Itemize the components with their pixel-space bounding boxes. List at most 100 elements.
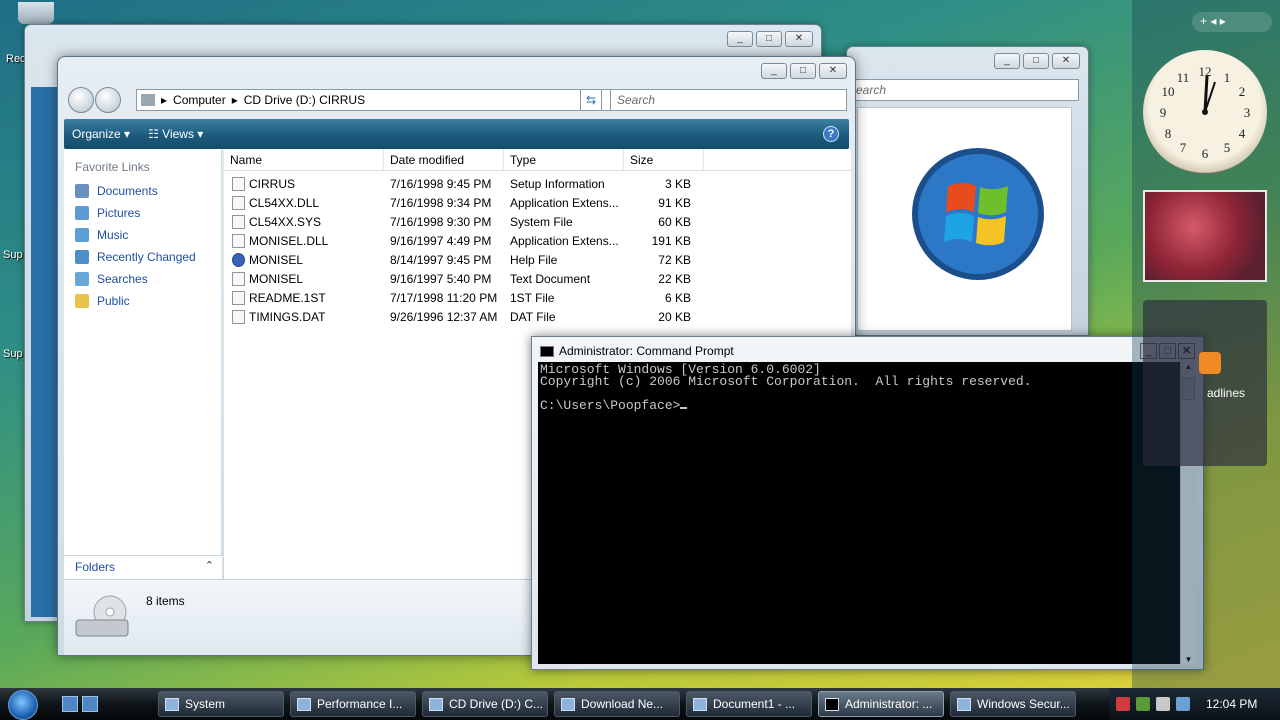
file-row[interactable]: CL54XX.DLL 7/16/1998 9:34 PM Application E… (224, 193, 851, 212)
feed-headlines-gadget[interactable]: adlines (1143, 300, 1267, 466)
console-prompt: C:\Users\Poopface> (540, 398, 681, 413)
back-button[interactable] (68, 87, 94, 113)
taskbar-button-windows-security[interactable]: Windows Secur... (950, 691, 1076, 717)
windows-logo-icon (912, 148, 1044, 280)
minimize-button[interactable]: _ (761, 63, 787, 79)
column-header-name[interactable]: Name (224, 149, 384, 170)
file-row[interactable]: MONISEL 9/16/1997 5:40 PM Text Document 22 … (224, 269, 851, 288)
breadcrumb-item-computer[interactable]: Computer (173, 93, 226, 107)
breadcrumb-item-drive[interactable]: CD Drive (D:) CIRRUS (244, 93, 365, 107)
minimize-button[interactable]: _ (727, 31, 753, 47)
taskbar-button-label: Document1 - ... (713, 697, 796, 711)
taskbar-button-label: Performance I... (317, 697, 403, 711)
rss-icon (1199, 352, 1221, 374)
recycle-bin-icon[interactable] (18, 2, 54, 24)
window-title-text: Administrator: Command Prompt (559, 344, 734, 358)
cd-drive-icon (429, 697, 443, 711)
file-name: README.1ST (249, 290, 326, 305)
nav-item-pictures[interactable]: Pictures (64, 202, 221, 224)
show-desktop-icon[interactable] (62, 696, 78, 712)
start-button[interactable] (0, 688, 44, 720)
shield-icon (957, 697, 971, 711)
search-input[interactable]: earch (849, 79, 1079, 101)
nav-item-documents[interactable]: Documents (64, 180, 221, 202)
maximize-button[interactable]: □ (790, 63, 816, 79)
column-header-type[interactable]: Type (504, 149, 624, 170)
organize-button[interactable]: Organize ▾ (72, 127, 130, 141)
sidebar-controls[interactable]: + ◂ ▸ (1192, 12, 1272, 32)
nav-item-recently-changed[interactable]: Recently Changed (64, 246, 221, 268)
file-row[interactable]: TIMINGS.DAT 9/26/1996 12:37 AM DAT File 20 … (224, 307, 851, 326)
chevron-up-icon[interactable]: ⌃ (205, 559, 214, 572)
background-window-2[interactable]: _ □ ✕ earch (846, 46, 1089, 336)
maximize-button[interactable]: □ (756, 31, 782, 47)
nav-item-searches[interactable]: Searches (64, 268, 221, 290)
organize-label: Organize (72, 127, 121, 141)
taskbar-button-download[interactable]: Download Ne... (554, 691, 680, 717)
system-icon (165, 697, 179, 711)
help-icon[interactable]: ? (823, 126, 839, 142)
console-output[interactable]: Microsoft Windows [Version 6.0.6002] Copy… (538, 362, 1180, 664)
clock-gadget[interactable]: 12 12 345 678 91011 (1143, 50, 1267, 174)
forward-button[interactable] (95, 87, 121, 113)
file-type: Setup Information (510, 176, 605, 191)
volume-icon[interactable] (1156, 697, 1170, 711)
file-type: 1ST File (510, 290, 555, 305)
svg-text:9: 9 (1160, 105, 1167, 120)
file-size: 20 KB (658, 309, 691, 324)
switch-windows-icon[interactable] (82, 696, 98, 712)
file-row[interactable]: MONISEL 8/14/1997 9:45 PM Help File 72 KB (224, 250, 851, 269)
setup-file-icon (232, 176, 245, 191)
close-button[interactable]: ✕ (819, 63, 847, 79)
file-type: Help File (510, 252, 558, 267)
folder-icon (75, 294, 89, 308)
file-row[interactable]: README.1ST 7/17/1998 11:20 PM 1ST File 6 KB (224, 288, 851, 307)
text-file-icon (232, 271, 245, 286)
views-button[interactable]: ☷ Views ▾ (148, 127, 203, 141)
close-button[interactable]: ✕ (785, 31, 813, 47)
power-icon[interactable] (1176, 697, 1190, 711)
file-row[interactable]: CL54XX.SYS 7/16/1998 9:30 PM System File 60… (224, 212, 851, 231)
console-line: Copyright (c) 2006 Microsoft Corporation… (540, 374, 1032, 389)
file-size: 191 KB (651, 233, 691, 248)
column-header-size[interactable]: Size (624, 149, 704, 170)
security-alert-icon[interactable] (1116, 697, 1130, 711)
nav-item-label: Searches (97, 272, 148, 286)
taskbar-button-document[interactable]: Document1 - ... (686, 691, 812, 717)
chevron-right-icon: ▸ (231, 93, 238, 107)
taskbar-button-cd-drive[interactable]: CD Drive (D:) C... (422, 691, 548, 717)
close-button[interactable]: ✕ (1052, 53, 1080, 69)
maximize-button[interactable]: □ (1023, 53, 1049, 69)
search-input[interactable]: Search (610, 89, 847, 111)
cmd-icon (540, 345, 554, 357)
svg-text:12: 12 (1199, 64, 1212, 79)
file-row[interactable]: MONISEL.DLL 9/16/1997 4:49 PM Application … (224, 231, 851, 250)
cd-drive-icon (75, 595, 129, 637)
computer-icon (141, 94, 155, 106)
slideshow-gadget[interactable] (1143, 190, 1267, 282)
taskbar-button-label: System (185, 697, 226, 711)
address-bar[interactable]: ▸ Computer ▸ CD Drive (D:) CIRRUS ▼ (136, 89, 633, 111)
file-name: MONISEL (249, 271, 304, 286)
taskbar-button-performance[interactable]: Performance I... (290, 691, 416, 717)
column-header-date[interactable]: Date modified (384, 149, 504, 170)
file-date: 9/26/1996 12:37 AM (390, 309, 498, 324)
command-prompt-window[interactable]: Administrator: Command Prompt _ □ ✕ Micr… (531, 336, 1204, 670)
nav-item-public[interactable]: Public (64, 290, 221, 312)
file-row[interactable]: CIRRUS 7/16/1998 9:45 PM Setup Information… (224, 174, 851, 193)
tray-clock[interactable]: 12:04 PM (1206, 697, 1257, 711)
folders-toggle[interactable]: Folders ⌃ (64, 555, 222, 579)
file-date: 7/17/1998 11:20 PM (390, 290, 498, 305)
svg-text:4: 4 (1239, 126, 1246, 141)
minimize-button[interactable]: _ (994, 53, 1020, 69)
refresh-icon[interactable]: ⇆ (580, 89, 602, 111)
network-icon[interactable] (1136, 697, 1150, 711)
file-name: CL54XX.DLL (249, 195, 320, 210)
system-file-icon (232, 214, 245, 229)
taskbar-button-command-prompt[interactable]: Administrator: ... (818, 691, 944, 717)
file-name: CL54XX.SYS (249, 214, 322, 229)
content-pane (857, 107, 1072, 331)
file-size: 91 KB (658, 195, 691, 210)
nav-item-music[interactable]: Music (64, 224, 221, 246)
taskbar-button-system[interactable]: System (158, 691, 284, 717)
